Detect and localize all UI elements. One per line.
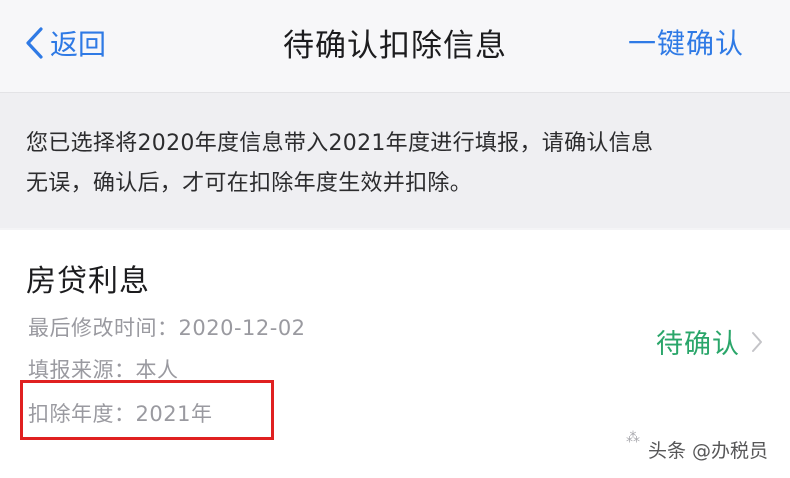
navigation-bar: 返回 待确认扣除信息 一键确认	[0, 0, 790, 93]
chevron-right-icon	[752, 331, 762, 352]
watermark-icon: ⁂	[625, 430, 640, 446]
notice-line-1: 您已选择将2020年度信息带入2021年度进行填报，请确认信息	[26, 131, 654, 156]
notice-text: 您已选择将2020年度信息带入2021年度进行填报，请确认信息 无误，确认后，才…	[26, 124, 774, 204]
watermark: ⁂ 头条 @办税员	[626, 430, 768, 468]
status-label: 待确认	[656, 329, 740, 360]
highlight-box	[20, 380, 274, 440]
confirm-all-button[interactable]: 一键确认	[628, 22, 744, 62]
last-modified-time: 最后修改时间：2020-12-02	[28, 316, 306, 340]
item-title: 房贷利息	[26, 264, 150, 299]
watermark-text: 头条 @办税员	[647, 439, 768, 462]
pending-confirm-link[interactable]: 待确认	[656, 322, 764, 361]
notice-line-2: 无误，确认后，才可在扣除年度生效并扣除。	[26, 171, 473, 196]
